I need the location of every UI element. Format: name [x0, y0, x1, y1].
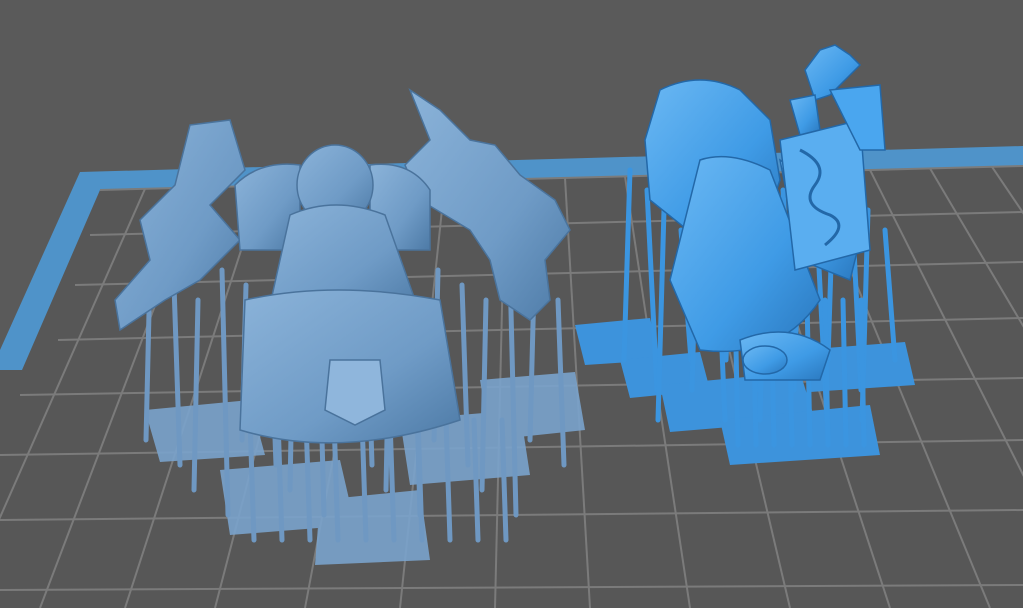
wizard-support-pillar [822, 297, 831, 448]
scene-canvas[interactable] [0, 0, 1023, 608]
wizard-support-pillar [858, 297, 867, 448]
3d-viewport[interactable] [0, 0, 1023, 608]
wizard-support-pillar [840, 297, 849, 448]
